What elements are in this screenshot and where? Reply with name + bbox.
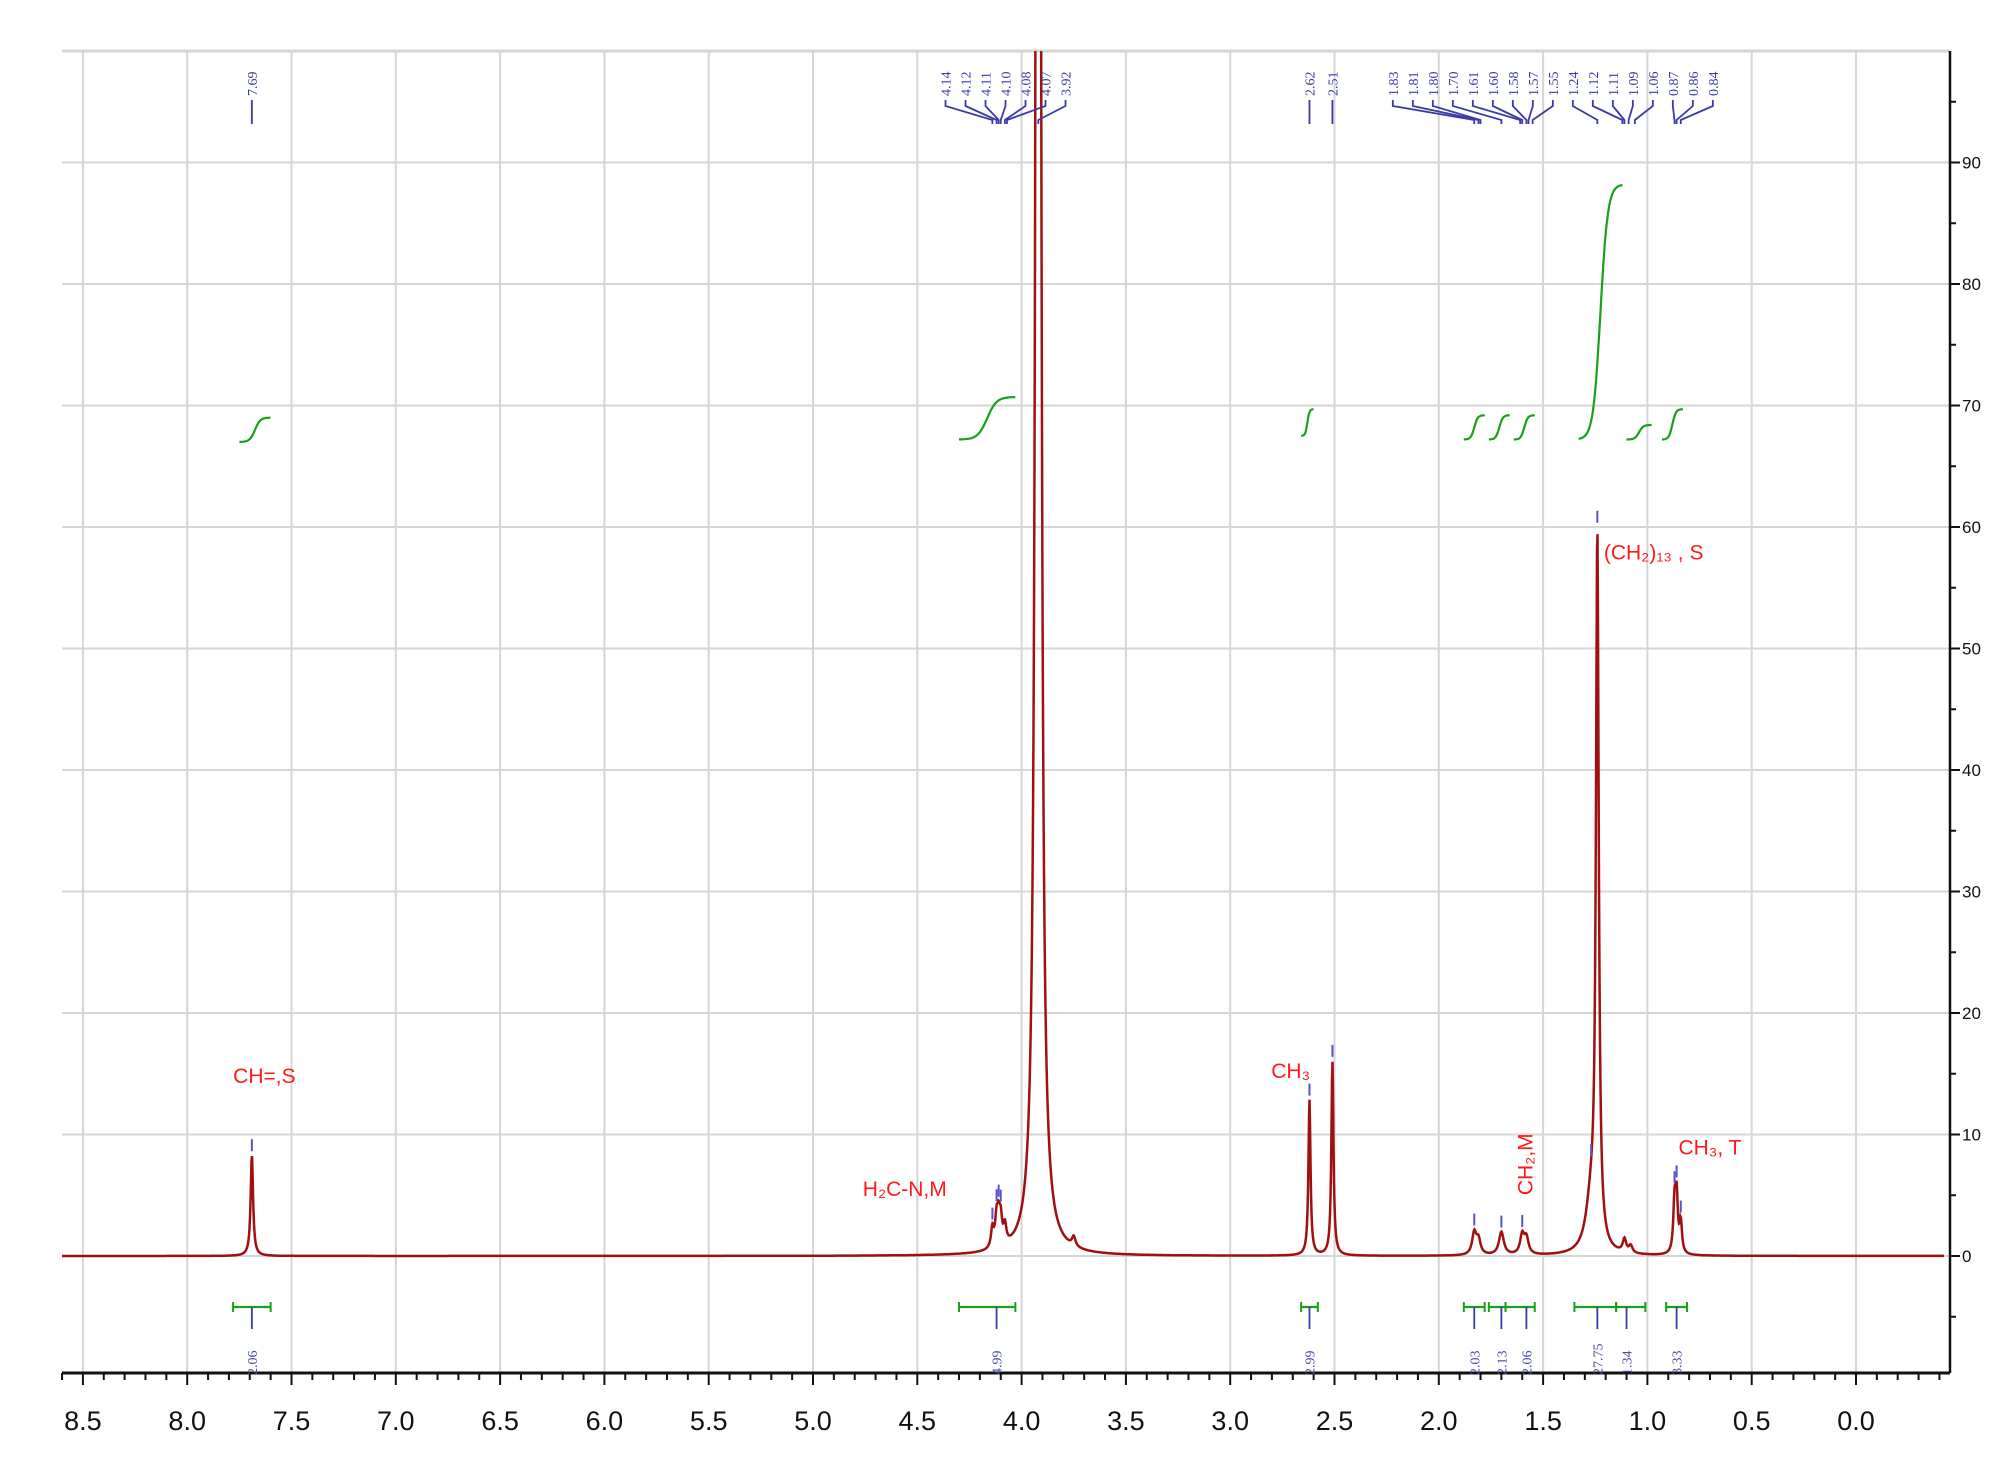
integral-curve: [239, 416, 271, 443]
peak-label: 1.58: [1507, 72, 1522, 97]
peak-annotation: (CH₂)₁₃ , S: [1604, 541, 1704, 564]
peak-labels: 7.69 4.14 4.12 4.11 4.10 4.08 4.07 3.92 2.62 2.51…: [246, 72, 1722, 124]
x-tick-label: 8.5: [64, 1406, 102, 1436]
peak-label: 1.83: [1387, 72, 1402, 97]
peak-label-connector: [1671, 100, 1676, 124]
peak-label: 2.62: [1303, 72, 1318, 97]
y-tick-label: 70: [1962, 397, 1981, 416]
x-tick-label: 7.5: [273, 1406, 311, 1436]
peak-label: 1.24: [1567, 72, 1582, 97]
peak-label: 4.07: [1040, 72, 1055, 97]
integral-value: 3.33: [1671, 1351, 1686, 1376]
peak-label: 1.57: [1527, 72, 1542, 97]
peak-label: 0.87: [1667, 72, 1682, 97]
integral-curve: [959, 396, 1016, 441]
integral-curve: [1578, 183, 1623, 440]
peak-label: 2.51: [1326, 72, 1341, 97]
integral-markers: 2.06 4.99 2.99 2.03 2.13 2.06 27.75 1.34 3.33: [232, 1302, 1689, 1376]
peak-label: 1.81: [1407, 72, 1422, 97]
x-tick-label: 2.0: [1420, 1406, 1458, 1436]
peak-label: 1.55: [1547, 72, 1562, 97]
y-tick-label: 50: [1962, 640, 1981, 659]
x-tick-label: 1.0: [1629, 1406, 1667, 1436]
peak-label: 1.70: [1447, 72, 1462, 97]
peak-label: 7.69: [246, 72, 261, 97]
integral-value: 27.75: [1591, 1344, 1606, 1376]
integral-value: 1.34: [1621, 1351, 1636, 1376]
integral-value: 4.99: [991, 1351, 1006, 1376]
nmr-spectrum-chart: 8.5 8.0 7.5 7.0 6.5 6.0 5.5 5.0 4.5 4.0 3.5 3.0 2.5 2…: [0, 0, 2001, 1476]
x-tick-label: 5.5: [690, 1406, 728, 1436]
y-tick-label: 80: [1962, 275, 1981, 294]
peak-label: 4.10: [1000, 72, 1015, 97]
x-tick-label: 0.0: [1837, 1406, 1875, 1436]
peak-label-connector: [1627, 100, 1634, 124]
y-tick-label: 0: [1962, 1247, 1971, 1266]
peak-annotation: CH₂,M: [1515, 1133, 1538, 1195]
peak-label: 1.61: [1467, 72, 1482, 97]
peak-label: 1.60: [1487, 72, 1502, 97]
integral-value: 2.99: [1303, 1351, 1318, 1376]
peak-label: 4.11: [980, 72, 995, 96]
peak-label: 1.06: [1647, 72, 1662, 97]
y-tick-label: 10: [1962, 1126, 1981, 1145]
peak-label: 4.12: [960, 72, 975, 97]
peak-label: 0.84: [1707, 72, 1722, 97]
integral-value: 2.06: [246, 1351, 261, 1376]
integral-curve: [1513, 414, 1535, 441]
x-tick-label: 3.0: [1211, 1406, 1249, 1436]
y-tick-label: 60: [1962, 518, 1981, 537]
x-tick-label: 1.5: [1524, 1406, 1562, 1436]
peak-label: 1.09: [1627, 72, 1642, 97]
integral-curve: [1301, 408, 1314, 437]
x-tick-label: 4.0: [1003, 1406, 1041, 1436]
integral-value: 2.06: [1520, 1351, 1535, 1376]
x-tick-label: 7.0: [377, 1406, 415, 1436]
integral-curve: [1662, 408, 1684, 441]
y-tick-label: 30: [1962, 883, 1981, 902]
y-tick-label: 20: [1962, 1004, 1981, 1023]
annotations: CH=,S H₂C-N,M CH₃ CH₂,M (CH₂)₁₃ , S CH₃, T: [233, 541, 1741, 1201]
chart-svg: 8.5 8.0 7.5 7.0 6.5 6.0 5.5 5.0 4.5 4.0 3.5 3.0 2.5 2…: [61, 49, 1981, 1436]
peak-annotation: CH₃: [1271, 1060, 1310, 1083]
spectrum-line: [62, 51, 1944, 1258]
x-tick-label: 5.0: [794, 1406, 832, 1436]
peak-label-connector: [1675, 100, 1694, 124]
peak-label-connector: [1633, 100, 1654, 124]
x-tick-label: 3.5: [1107, 1406, 1145, 1436]
grid: [62, 49, 1950, 1373]
integral-curve: [1488, 414, 1510, 441]
peak-label: 1.11: [1607, 72, 1622, 96]
peak-annotation: CH₃, T: [1678, 1137, 1741, 1160]
integral-curve: [1463, 414, 1485, 441]
peak-annotation: CH=,S: [233, 1065, 295, 1088]
peak-label: 4.14: [940, 72, 955, 97]
y-tick-label: 90: [1962, 154, 1981, 173]
x-tick-label: 0.5: [1733, 1406, 1771, 1436]
peak-label: 4.08: [1020, 72, 1035, 97]
x-tick-label: 8.0: [168, 1406, 206, 1436]
peak-annotation: H₂C-N,M: [863, 1178, 947, 1201]
peak-label: 3.92: [1060, 72, 1075, 97]
x-tick-label: 6.5: [481, 1406, 519, 1436]
peak-label: 0.86: [1687, 72, 1702, 97]
x-tick-label: 2.5: [1316, 1406, 1354, 1436]
peak-label: 1.12: [1587, 72, 1602, 97]
x-tick-label: 4.5: [899, 1406, 937, 1436]
integral-curves: [239, 183, 1684, 443]
y-tick-label: 40: [1962, 761, 1981, 780]
integral-value: 2.13: [1495, 1351, 1510, 1376]
spectrum: [62, 51, 1944, 1258]
x-tick-label: 6.0: [586, 1406, 624, 1436]
integral-value: 2.03: [1468, 1351, 1483, 1376]
peak-label: 1.80: [1427, 72, 1442, 97]
